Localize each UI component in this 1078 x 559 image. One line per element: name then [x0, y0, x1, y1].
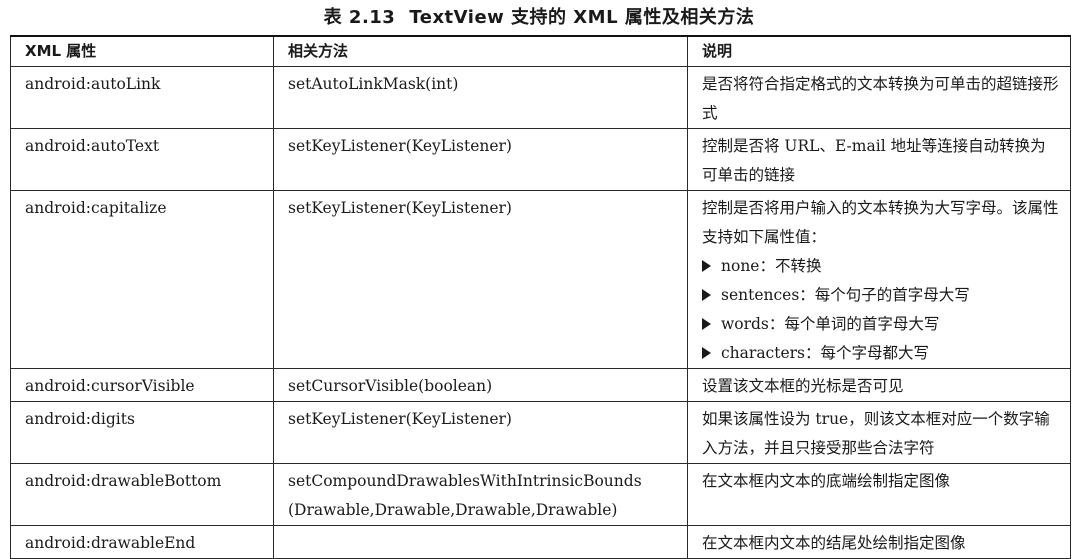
capitalize-options-list: none：不转换 sentences：每个句子的首字母大写 words：每个单词… — [702, 252, 1060, 368]
arrow-bullet-icon — [702, 260, 711, 272]
table-row: android:cursorVisible setCursorVisible(b… — [10, 368, 1071, 402]
arrow-bullet-icon — [702, 347, 711, 359]
cell-description: 控制是否将用户输入的文本转换为大写字母。该属性支持如下属性值： none：不转换… — [687, 190, 1071, 369]
option-text: none：不转换 — [721, 257, 822, 275]
cell-method: setKeyListener(KeyListener) — [273, 401, 688, 464]
table-row: android:digits setKeyListener(KeyListene… — [10, 401, 1071, 464]
header-description: 说明 — [687, 35, 1071, 67]
cell-attribute: android:autoText — [10, 128, 274, 191]
table-row: android:autoText setKeyListener(KeyListe… — [10, 128, 1071, 191]
option-text: characters：每个字母都大写 — [721, 344, 930, 362]
list-item: words：每个单词的首字母大写 — [702, 310, 1060, 339]
cell-method: setAutoLinkMask(int) — [273, 66, 688, 129]
option-text: words：每个单词的首字母大写 — [721, 315, 940, 333]
caption-number: 表 2.13 — [323, 7, 396, 28]
cell-method: setCursorVisible(boolean) — [273, 368, 688, 402]
cell-attribute: android:capitalize — [10, 190, 274, 369]
xml-attributes-table: XML 属性 相关方法 说明 android:autoLink setAutoL… — [10, 35, 1071, 559]
cell-method: setKeyListener(KeyListener) — [273, 190, 688, 369]
cell-description: 在文本框内文本的结尾处绘制指定图像 — [687, 525, 1071, 559]
cell-method: setCompoundDrawablesWithIntrinsicBounds … — [273, 463, 688, 526]
table-row: android:capitalize setKeyListener(KeyLis… — [10, 190, 1071, 369]
table-header-row: XML 属性 相关方法 说明 — [10, 35, 1071, 67]
table-row: android:autoLink setAutoLinkMask(int) 是否… — [10, 66, 1071, 129]
cell-description: 如果该属性设为 true，则该文本框对应一个数字输入方法，并且只接受那些合法字符 — [687, 401, 1071, 464]
option-text: sentences：每个句子的首字母大写 — [721, 286, 970, 304]
cell-attribute: android:drawableBottom — [10, 463, 274, 526]
header-xml-attribute: XML 属性 — [10, 35, 274, 67]
table-row: android:drawableBottom setCompoundDrawab… — [10, 463, 1071, 526]
list-item: none：不转换 — [702, 252, 1060, 281]
cell-method — [273, 525, 688, 559]
cell-attribute: android:cursorVisible — [10, 368, 274, 402]
cell-attribute: android:drawableEnd — [10, 525, 274, 559]
list-item: characters：每个字母都大写 — [702, 339, 1060, 368]
caption-title: TextView 支持的 XML 属性及相关方法 — [409, 7, 755, 28]
cell-attribute: android:autoLink — [10, 66, 274, 129]
cell-description: 是否将符合指定格式的文本转换为可单击的超链接形式 — [687, 66, 1071, 129]
cell-description: 设置该文本框的光标是否可见 — [687, 368, 1071, 402]
arrow-bullet-icon — [702, 318, 711, 330]
cell-method: setKeyListener(KeyListener) — [273, 128, 688, 191]
header-related-method: 相关方法 — [273, 35, 688, 67]
table-caption: 表 2.13 TextView 支持的 XML 属性及相关方法 — [0, 3, 1078, 29]
arrow-bullet-icon — [702, 289, 711, 301]
cell-attribute: android:digits — [10, 401, 274, 464]
table-row: android:drawableEnd 在文本框内文本的结尾处绘制指定图像 — [10, 525, 1071, 559]
cell-description: 控制是否将 URL、E-mail 地址等连接自动转换为可单击的链接 — [687, 128, 1071, 191]
list-item: sentences：每个句子的首字母大写 — [702, 281, 1060, 310]
description-text: 控制是否将用户输入的文本转换为大写字母。该属性支持如下属性值： — [702, 199, 1059, 246]
cell-description: 在文本框内文本的底端绘制指定图像 — [687, 463, 1071, 526]
